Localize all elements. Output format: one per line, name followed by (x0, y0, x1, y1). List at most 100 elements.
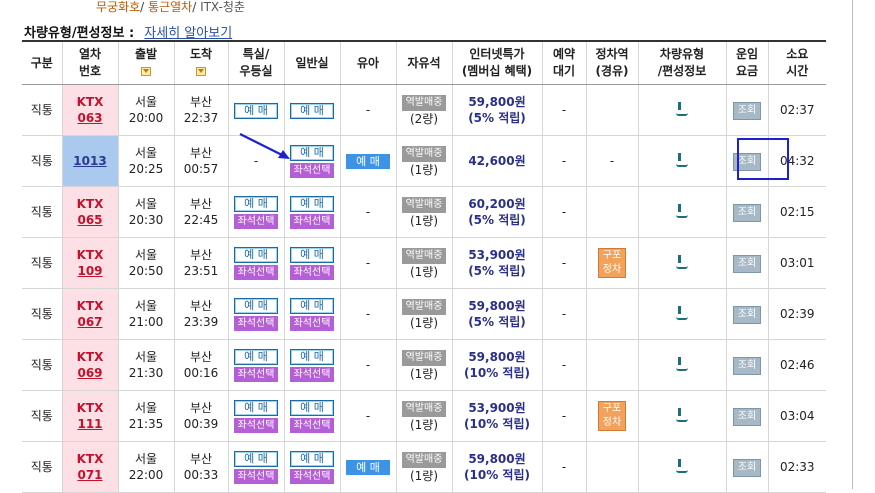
vehicle-cell[interactable] (638, 84, 727, 136)
internet-price-cell: 53,900원 (5% 적립) (452, 237, 543, 289)
reserve-button[interactable]: 예 매 (290, 349, 334, 365)
vehicle-cell[interactable] (638, 441, 727, 493)
train-number-link[interactable]: 1013 (63, 153, 118, 169)
fare-view-button[interactable]: 조회 (733, 356, 761, 375)
seat-select-button[interactable]: 좌석선택 (290, 214, 334, 229)
fare-cell: 조회 (726, 186, 769, 238)
reserve-button[interactable]: 예 매 (290, 451, 334, 467)
reserve-button[interactable]: 예 매 (290, 102, 334, 119)
reserve-button[interactable]: 예 매 (234, 196, 278, 212)
wheelchair-icon[interactable] (675, 408, 689, 422)
vehicle-cell[interactable] (638, 135, 727, 187)
fare-view-button[interactable]: 조회 (733, 203, 761, 222)
col-wait: 예약 대기 (542, 40, 587, 85)
seat-select-button[interactable]: 좌석선택 (290, 367, 334, 382)
vehicle-cell[interactable] (638, 390, 727, 442)
link-mugunghwa[interactable]: 무궁화호 (96, 0, 140, 14)
train-number-link[interactable]: 109 (63, 263, 118, 279)
train-cell[interactable]: KTX 071 (62, 441, 119, 493)
reserve-button[interactable]: 예 매 (290, 298, 334, 314)
seat-select-button[interactable]: 좌석선택 (290, 163, 334, 178)
wheelchair-icon[interactable] (675, 153, 689, 167)
duration-cell: 03:04 (768, 390, 826, 442)
seat-select-button[interactable]: 좌석선택 (234, 367, 278, 382)
duration-cell: 02:46 (768, 339, 826, 391)
link-commuter[interactable]: 통근열차 (148, 0, 192, 14)
train-cell[interactable]: 1013 (62, 135, 119, 187)
reserve-button[interactable]: 예 매 (290, 196, 334, 212)
pointer-arrow-icon (239, 133, 290, 159)
reserve-button[interactable]: 예 매 (234, 247, 278, 263)
internet-price-cell: 59,800원 (5% 적립) (452, 84, 543, 136)
seat-select-button[interactable]: 좌석선택 (234, 265, 278, 280)
internet-price-cell: 53,900원 (10% 적립) (452, 390, 543, 442)
col-arrival[interactable]: 도착 (174, 40, 229, 85)
vehicle-cell[interactable] (638, 288, 727, 340)
free-seat-cell: 역발매중 (1량) (396, 390, 453, 442)
fare-view-button[interactable]: 조회 (733, 305, 761, 324)
wait-cell: - (542, 339, 587, 391)
wait-cell: - (542, 441, 587, 493)
mileage-points: (5% 적립) (468, 315, 526, 329)
infant-reserve-button[interactable]: 예 매 (346, 154, 390, 169)
fare-view-button[interactable]: 조회 (733, 101, 761, 120)
wheelchair-icon[interactable] (675, 306, 689, 320)
reserve-button[interactable]: 예 매 (234, 298, 278, 314)
train-cell[interactable]: KTX 065 (62, 186, 119, 238)
reserve-button[interactable]: 예 매 (234, 349, 278, 365)
wheelchair-icon[interactable] (675, 255, 689, 269)
seat-select-button[interactable]: 좌석선택 (290, 418, 334, 433)
col-special: 특실/우등실 (228, 40, 285, 85)
fare-view-button[interactable]: 조회 (733, 254, 761, 273)
transfer-stop-button[interactable]: 구포 정차 (598, 401, 626, 431)
train-cell[interactable]: KTX 109 (62, 237, 119, 289)
train-number-link[interactable]: 065 (63, 212, 118, 228)
seat-select-button[interactable]: 좌석선택 (234, 214, 278, 229)
train-number-link[interactable]: 063 (63, 110, 118, 126)
seat-select-button[interactable]: 좌석선택 (290, 316, 334, 331)
seat-select-button[interactable]: 좌석선택 (290, 265, 334, 280)
reserve-button[interactable]: 예 매 (290, 247, 334, 263)
station-sale-badge: 역발매중 (402, 350, 446, 366)
fare-view-button[interactable]: 조회 (733, 407, 761, 426)
sort-icon[interactable] (141, 67, 151, 76)
train-number-link[interactable]: 067 (63, 314, 118, 330)
wheelchair-icon[interactable] (675, 357, 689, 371)
vehicle-cell[interactable] (638, 186, 727, 238)
wheelchair-icon[interactable] (675, 459, 689, 473)
train-cell[interactable]: KTX 069 (62, 339, 119, 391)
train-number-link[interactable]: 111 (63, 416, 118, 432)
reserve-button[interactable]: 예 매 (234, 400, 278, 416)
seat-select-button[interactable]: 좌석선택 (290, 469, 334, 484)
wheelchair-icon[interactable] (675, 102, 689, 116)
wheelchair-icon[interactable] (675, 204, 689, 218)
train-cell[interactable]: KTX 063 (62, 84, 119, 136)
price: 42,600원 (468, 154, 526, 168)
transfer-stop-button[interactable]: 구포 정차 (598, 248, 626, 278)
price: 59,800원 (468, 452, 526, 466)
vehicle-cell[interactable] (638, 237, 727, 289)
fare-view-button[interactable]: 조회 (733, 458, 761, 477)
table-row: 직통 KTX 065 서울 20:30 부산 22:45 예 매 좌석선택 예 매 좌석선택 - 역발매… (22, 186, 826, 238)
reserve-button[interactable]: 예 매 (234, 451, 278, 467)
train-number-link[interactable]: 071 (63, 467, 118, 483)
reserve-button[interactable]: 예 매 (290, 145, 334, 161)
departure-cell: 서울 20:30 (118, 186, 175, 238)
link-itx[interactable]: ITX-청춘 (200, 0, 245, 14)
seat-select-button[interactable]: 좌석선택 (234, 418, 278, 433)
sort-icon[interactable] (196, 67, 206, 76)
col-departure[interactable]: 출발 (118, 40, 175, 85)
seat-select-button[interactable]: 좌석선택 (234, 316, 278, 331)
train-number-link[interactable]: 069 (63, 365, 118, 381)
reserve-button[interactable]: 예 매 (234, 102, 278, 119)
seat-select-button[interactable]: 좌석선택 (234, 469, 278, 484)
wait-cell: - (542, 390, 587, 442)
learn-more-link[interactable]: 자세히 알아보기 (144, 26, 232, 41)
infant-reserve-button[interactable]: 예 매 (346, 460, 390, 475)
vehicle-cell[interactable] (638, 339, 727, 391)
train-cell[interactable]: KTX 067 (62, 288, 119, 340)
general-seat-cell: 예 매 (284, 84, 341, 136)
transfer-cell (586, 84, 639, 136)
train-cell[interactable]: KTX 111 (62, 390, 119, 442)
reserve-button[interactable]: 예 매 (290, 400, 334, 416)
